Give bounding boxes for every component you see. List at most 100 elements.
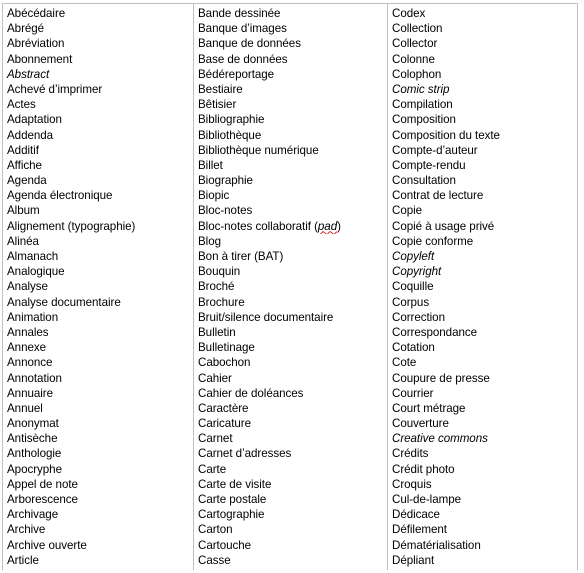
- glossary-term: Banque de données: [194, 36, 387, 51]
- glossary-term-text: Cahier de doléances: [198, 386, 304, 400]
- glossary-term: Abrégé: [3, 21, 193, 36]
- glossary-term: Creative commons: [388, 431, 577, 446]
- glossary-term-text: Compilation: [392, 98, 453, 112]
- glossary-term-text: Correspondance: [392, 325, 478, 339]
- glossary-term-text: Bestiaire: [198, 82, 243, 96]
- term-list-a: Abécédaire Abrégé Abréviation Abonnement Abs…: [3, 6, 193, 568]
- glossary-term: Bon à tirer (BAT): [194, 249, 387, 264]
- glossary-term: Consultation: [388, 173, 577, 188]
- glossary-term: Dédicace: [388, 507, 577, 522]
- glossary-term: Alignement (typographie): [3, 219, 193, 234]
- glossary-term: Animation: [3, 310, 193, 325]
- glossary-term: Défilement: [388, 522, 577, 537]
- glossary-term: Analyse: [3, 279, 193, 294]
- glossary-term: Apocryphe: [3, 462, 193, 477]
- glossary-term-text: Achevé d’imprimer: [7, 82, 103, 96]
- glossary-term: Annonce: [3, 355, 193, 370]
- glossary-term: Abécédaire: [3, 6, 193, 21]
- glossary-term: Caractère: [194, 401, 387, 416]
- glossary-term: Cotation: [388, 340, 577, 355]
- glossary-term-text: Crédits: [392, 447, 429, 461]
- glossary-term: Agenda: [3, 173, 193, 188]
- glossary-term-text: Alignement (typographie): [7, 219, 136, 233]
- glossary-term-text: Crédit photo: [392, 462, 455, 476]
- glossary-term-text: Abstract: [7, 67, 50, 81]
- glossary-term-text: Corpus: [392, 295, 430, 309]
- glossary-term-text: Anthologie: [7, 447, 62, 461]
- glossary-term: Cabochon: [194, 355, 387, 370]
- glossary-term-text: Dématérialisation: [392, 538, 481, 552]
- glossary-term-text: Copyright: [392, 265, 442, 279]
- glossary-term: Adaptation: [3, 112, 193, 127]
- glossary-term-text: Codex: [392, 7, 426, 20]
- glossary-term: Addenda: [3, 128, 193, 143]
- glossary-term-text: Affiche: [7, 158, 42, 172]
- glossary-term-text: Agenda électronique: [7, 189, 113, 203]
- glossary-term: Coquille: [388, 279, 577, 294]
- glossary-term-text: Bulletin: [198, 325, 236, 339]
- glossary-term: Copyleft: [388, 249, 577, 264]
- glossary-term-text: Cabochon: [198, 356, 251, 370]
- glossary-term: Couverture: [388, 416, 577, 431]
- glossary-term-text: Contrat de lecture: [392, 189, 484, 203]
- glossary-term-text: Composition: [392, 113, 456, 127]
- glossary-term: Affiche: [3, 158, 193, 173]
- glossary-term-text: Copyleft: [392, 250, 435, 263]
- glossary-term-text: Banque de données: [198, 37, 301, 51]
- glossary-term-text: Couverture: [392, 417, 449, 431]
- glossary-term-text: Biographie: [198, 174, 253, 188]
- glossary-term: Carton: [194, 522, 387, 537]
- glossary-term: Archive: [3, 522, 193, 537]
- glossary-term-text: Dépliant: [392, 553, 435, 567]
- glossary-term-text: Collection: [392, 22, 443, 36]
- glossary-term: Abonnement: [3, 52, 193, 67]
- glossary-term: Corpus: [388, 295, 577, 310]
- glossary-term-text: Carnet d’adresses: [198, 447, 292, 461]
- glossary-term: Anonymat: [3, 416, 193, 431]
- glossary-term: Carte postale: [194, 492, 387, 507]
- glossary-term-text: Bibliothèque: [198, 128, 262, 142]
- glossary-term-text: Annales: [7, 325, 49, 339]
- glossary-term: Broché: [194, 279, 387, 294]
- glossary-term-text: Apocryphe: [7, 462, 62, 476]
- glossary-term-text: Bibliographie: [198, 113, 265, 127]
- glossary-term: Bédéreportage: [194, 67, 387, 82]
- glossary-term: Court métrage: [388, 401, 577, 416]
- glossary-term-text: Biopic: [198, 189, 230, 203]
- glossary-term: Comic strip: [388, 82, 577, 97]
- glossary-term-text: Bouquin: [198, 265, 241, 279]
- glossary-term: Coupure de presse: [388, 371, 577, 386]
- glossary-term: Abstract: [3, 67, 193, 82]
- glossary-term: Compilation: [388, 97, 577, 112]
- misspelled-word: pad: [317, 219, 338, 233]
- glossary-term: Annales: [3, 325, 193, 340]
- glossary-term-text: Court métrage: [392, 401, 466, 415]
- glossary-column-b: Bande dessinée Banque d’images Banque de d…: [193, 4, 387, 570]
- glossary-term-text: Bédéreportage: [198, 67, 275, 81]
- glossary-term-text: Collector: [392, 37, 438, 51]
- glossary-term-text: Broché: [198, 280, 235, 294]
- glossary-term: Appel de note: [3, 477, 193, 492]
- glossary-term-text: Bloc-notes: [198, 204, 253, 218]
- glossary-term: Carte: [194, 462, 387, 477]
- glossary-term-text: Archive ouverte: [7, 538, 87, 552]
- glossary-column-c: Codex Collection Collector Colonne Colophon C…: [387, 4, 577, 570]
- term-list-b: Bande dessinée Banque d’images Banque de d…: [194, 6, 387, 568]
- glossary-term: Billet: [194, 158, 387, 173]
- glossary-term: Analyse documentaire: [3, 295, 193, 310]
- glossary-term: Annotation: [3, 371, 193, 386]
- glossary-term: Composition: [388, 112, 577, 127]
- glossary-term-text: Additif: [7, 143, 39, 157]
- glossary-term: Bulletin: [194, 325, 387, 340]
- glossary-term: Banque d’images: [194, 21, 387, 36]
- glossary-term: Bloc-notes: [194, 203, 387, 218]
- glossary-term-text: Annexe: [7, 341, 47, 355]
- glossary-term: Cartographie: [194, 507, 387, 522]
- glossary-term-text: Copié à usage privé: [392, 219, 495, 233]
- glossary-term: Additif: [3, 143, 193, 158]
- glossary-term-text: Composition du texte: [392, 128, 500, 142]
- glossary-term: Cartouche: [194, 538, 387, 553]
- glossary-term: Album: [3, 203, 193, 218]
- glossary-term: Abréviation: [3, 36, 193, 51]
- glossary-term: Brochure: [194, 295, 387, 310]
